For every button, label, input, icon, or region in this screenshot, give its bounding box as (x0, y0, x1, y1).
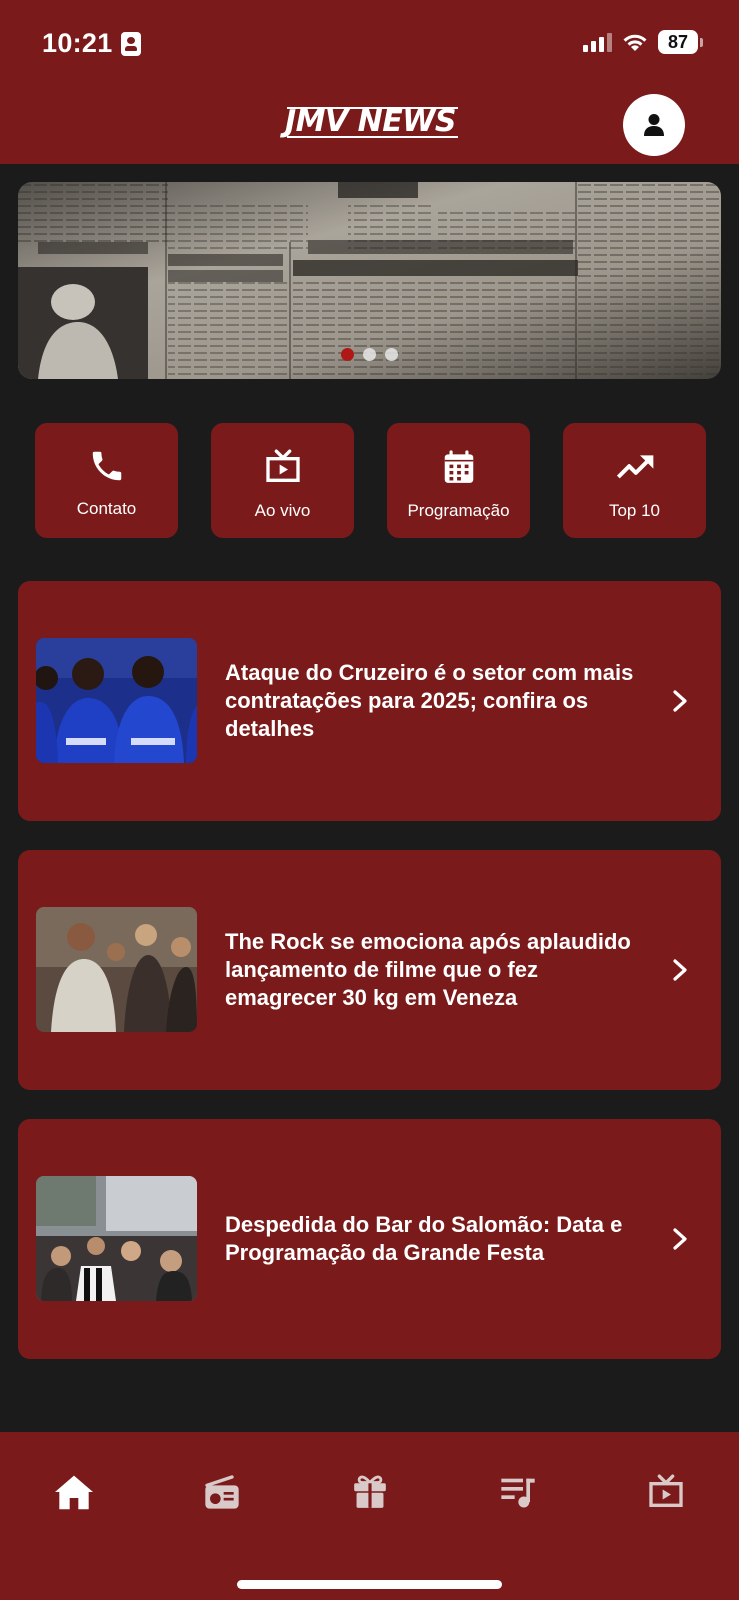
quick-action-ao-vivo[interactable]: Ao vivo (211, 423, 354, 538)
cellular-signal-icon (583, 32, 612, 52)
status-time: 10:21 (42, 28, 141, 59)
contact-card-icon (120, 31, 141, 56)
news-thumbnail (36, 907, 197, 1032)
status-time-text: 10:21 (42, 28, 113, 58)
news-thumbnail (36, 638, 197, 763)
quick-action-programacao[interactable]: Programação (387, 423, 530, 538)
battery-level: 87 (658, 30, 698, 54)
news-card[interactable]: Ataque do Cruzeiro é o setor com mais co… (18, 581, 721, 821)
battery-icon: 87 (658, 30, 703, 54)
chevron-right-icon (673, 1228, 687, 1250)
tv-play-icon (265, 449, 300, 482)
news-title: Ataque do Cruzeiro é o setor com mais co… (225, 660, 634, 741)
chevron-right-icon (673, 690, 687, 712)
playlist-icon (501, 1478, 535, 1508)
status-indicators: 87 (583, 30, 703, 54)
banner-carousel[interactable] (18, 182, 721, 379)
news-title: The Rock se emociona após aplaudido lanç… (225, 929, 631, 1010)
trending-up-icon (616, 455, 653, 479)
wifi-icon (623, 34, 647, 51)
home-icon (55, 1475, 93, 1510)
tv-play-icon (649, 1474, 683, 1507)
app-logo: JMV NEWS (285, 104, 458, 139)
bottom-navigation (0, 1432, 739, 1600)
app-header: 10:21 87 JMV NEWS (0, 0, 739, 164)
nav-playlist[interactable] (494, 1468, 542, 1516)
carousel-dot[interactable] (385, 348, 398, 361)
carousel-dots (18, 348, 721, 361)
nav-radio[interactable] (198, 1468, 246, 1516)
radio-icon (205, 1475, 239, 1509)
home-indicator[interactable] (237, 1580, 502, 1589)
carousel-dot-active[interactable] (341, 348, 354, 361)
phone-icon (92, 451, 121, 481)
quick-action-label: Contato (76, 499, 137, 518)
quick-action-label: Ao vivo (254, 501, 311, 520)
nav-home[interactable] (50, 1468, 98, 1516)
quick-action-label: Top 10 (608, 501, 661, 520)
user-icon (644, 114, 664, 136)
news-title: Despedida do Bar do Salomão: Data e Prog… (225, 1212, 623, 1265)
profile-button[interactable] (623, 94, 685, 156)
news-card[interactable]: The Rock se emociona após aplaudido lanç… (18, 850, 721, 1090)
news-card[interactable]: Despedida do Bar do Salomão: Data e Prog… (18, 1119, 721, 1359)
carousel-dot[interactable] (363, 348, 376, 361)
gift-icon (354, 1475, 386, 1508)
quick-action-label: Programação (407, 501, 510, 520)
nav-gift[interactable] (346, 1468, 394, 1516)
quick-action-contato[interactable]: Contato (35, 423, 178, 538)
quick-action-top-10[interactable]: Top 10 (563, 423, 706, 538)
chevron-right-icon (673, 959, 687, 981)
calendar-icon (444, 450, 473, 483)
nav-tv[interactable] (642, 1468, 690, 1516)
news-thumbnail (36, 1176, 197, 1301)
